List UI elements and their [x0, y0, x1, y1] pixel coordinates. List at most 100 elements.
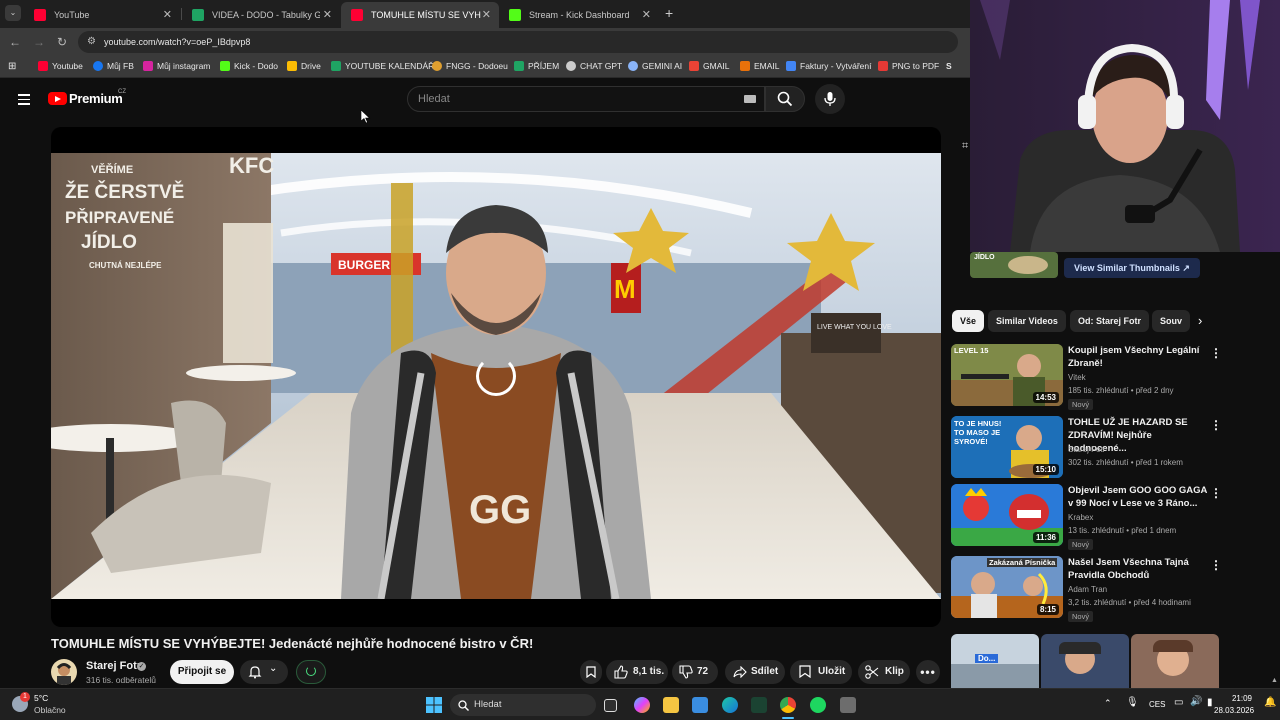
extension-icon[interactable]: ⌗: [962, 140, 968, 153]
close-tab-icon[interactable]: ✕: [642, 8, 651, 21]
video-thumbnail[interactable]: 11:36: [951, 484, 1063, 546]
close-tab-icon[interactable]: ✕: [163, 8, 172, 21]
recommended-video[interactable]: 11:36 Objevil Jsem GOO GOO GAGA v 99 Noc…: [951, 484, 1271, 550]
bookmark-s[interactable]: S: [946, 61, 952, 71]
dislike-button[interactable]: 72: [672, 660, 718, 684]
chip-related[interactable]: Souv: [1152, 310, 1190, 332]
battery-icon[interactable]: ▮: [1207, 697, 1213, 708]
bookmark-facebook[interactable]: Můj FB: [93, 61, 134, 71]
join-button[interactable]: Připojit se: [170, 660, 234, 684]
site-info-icon[interactable]: ⚙: [87, 31, 96, 53]
close-tab-icon[interactable]: ✕: [323, 8, 332, 21]
more-vertical-icon[interactable]: ⋮: [1210, 346, 1222, 360]
bookmark-youtube-calendar[interactable]: YOUTUBE KALENDÁŘ: [331, 61, 434, 71]
file-explorer-icon[interactable]: [663, 697, 679, 713]
menu-icon[interactable]: [18, 94, 30, 105]
chrome-icon[interactable]: [780, 697, 796, 713]
video-thumbnail[interactable]: Zakázaná Písnička 8:15: [951, 556, 1063, 618]
back-arrow-icon[interactable]: ←: [9, 35, 21, 49]
like-button[interactable]: 8,1 tis.: [606, 660, 668, 684]
video-player[interactable]: BURGER M LIVE WHAT YOU LOVE VĚŘÍME ŽE ČE…: [51, 127, 941, 627]
microphone-icon[interactable]: 🎙: [1126, 697, 1139, 708]
bookmark-invoices[interactable]: Faktury - Vytváření: [786, 61, 871, 71]
recommended-video[interactable]: Zakázaná Písnička 8:15 Našel Jsem Všechn…: [951, 556, 1271, 622]
close-tab-icon[interactable]: ✕: [482, 8, 491, 21]
voice-search-button[interactable]: [815, 84, 845, 114]
tab-search-dropdown-button[interactable]: ⌄: [5, 5, 21, 21]
taskbar-search-input[interactable]: Hledat: [450, 694, 596, 716]
recommended-video-channel[interactable]: Adam Tran: [1068, 585, 1107, 594]
recommended-video-title[interactable]: Objevil Jsem GOO GOO GAGA v 99 Nocí v Le…: [1068, 484, 1208, 510]
spotify-icon[interactable]: [810, 697, 826, 713]
weather-temperature[interactable]: 5°C: [34, 693, 48, 703]
search-button[interactable]: [765, 86, 805, 112]
more-vertical-icon[interactable]: ⋮: [1210, 418, 1222, 432]
bookmark-prijem[interactable]: PŘÍJEM: [514, 61, 559, 71]
more-vertical-icon[interactable]: ⋮: [1210, 558, 1222, 572]
clip-button[interactable]: Klip: [858, 660, 910, 684]
forward-arrow-icon[interactable]: →: [33, 35, 45, 49]
bookmark-fngg[interactable]: FNGG - Dodoeu: [432, 61, 508, 71]
recommended-video-title[interactable]: Koupil jsem Všechny Legální Zbraně!: [1068, 344, 1208, 370]
bookmark-chatgpt[interactable]: CHAT GPT: [566, 61, 622, 71]
notifications-button[interactable]: ⌄: [240, 660, 288, 684]
chevron-right-icon[interactable]: ›: [1198, 313, 1202, 328]
keyboard-icon[interactable]: [744, 95, 756, 103]
taskbar-date[interactable]: 28.03.2026: [1214, 706, 1254, 715]
notifications-bell-icon[interactable]: 🔔: [1264, 697, 1276, 708]
scrollbar-up-arrow-icon[interactable]: ▲: [1271, 677, 1278, 684]
view-similar-thumbnails-button[interactable]: View Similar Thumbnails ↗: [1064, 258, 1200, 278]
chip-all[interactable]: Vše: [952, 310, 985, 332]
tab-kick-dashboard[interactable]: Stream - Kick Dashboard ✕: [499, 2, 659, 28]
save-to-playlist-button[interactable]: [580, 660, 602, 684]
save-button[interactable]: Uložit: [790, 660, 852, 684]
youtube-logo-icon[interactable]: [48, 92, 67, 105]
bookmark-gemini[interactable]: GEMINI AI: [628, 61, 682, 71]
shorts-thumbnail[interactable]: [1131, 634, 1219, 688]
taskbar-clock[interactable]: 21:09: [1226, 694, 1252, 703]
bookmark-drive[interactable]: Drive: [287, 61, 321, 71]
network-icon[interactable]: ▭: [1174, 697, 1183, 708]
premium-logo-text[interactable]: Premium: [69, 91, 123, 106]
bookmark-png-to-pdf[interactable]: PNG to PDF: [878, 61, 939, 71]
recommended-video-channel[interactable]: Vitek: [1068, 373, 1086, 382]
chip-similar-videos[interactable]: Similar Videos: [988, 310, 1066, 332]
bookmark-gmail[interactable]: GMAIL: [689, 61, 729, 71]
address-bar[interactable]: ⚙ youtube.com/watch?v=oeP_IBdpvp8: [78, 31, 958, 53]
volume-icon[interactable]: 🔊: [1190, 696, 1202, 707]
edge-icon[interactable]: [722, 697, 738, 713]
more-actions-button[interactable]: •••: [916, 660, 940, 684]
video-thumbnail[interactable]: LEVEL 15 14:53: [951, 344, 1063, 406]
recommended-video-channel[interactable]: Starej Fotr: [1068, 445, 1105, 454]
apps-grid-icon[interactable]: ⊞: [8, 61, 16, 72]
more-vertical-icon[interactable]: ⋮: [1210, 486, 1222, 500]
similar-thumb-preview[interactable]: JÍDLO: [970, 252, 1058, 278]
shorts-thumbnail[interactable]: [1041, 634, 1129, 688]
recommended-video-channel[interactable]: Krabex: [1068, 513, 1093, 522]
bookmark-kick[interactable]: Kick - Dodo: [220, 61, 278, 71]
chip-from-channel[interactable]: Od: Starej Fotr: [1070, 310, 1150, 332]
bookmark-instagram[interactable]: Můj instagram: [143, 61, 210, 71]
windows-start-icon[interactable]: [426, 697, 442, 713]
new-tab-icon[interactable]: +: [665, 5, 673, 21]
video-thumbnail[interactable]: TO JE HNUS! TO MASO JE SYROVÉ! 15:10: [951, 416, 1063, 478]
tab-youtube[interactable]: YouTube ✕: [24, 2, 180, 28]
shorts-thumbnail[interactable]: Do...: [951, 634, 1039, 688]
terminal-icon[interactable]: [751, 697, 767, 713]
channel-avatar[interactable]: [51, 659, 77, 685]
copilot-icon[interactable]: [634, 697, 650, 713]
recommended-video[interactable]: TO JE HNUS! TO MASO JE SYROVÉ! 15:10 TOH…: [951, 416, 1271, 480]
tab-sheets[interactable]: VIDEA - DODO - Tabulky Googl ✕: [182, 2, 340, 28]
channel-name[interactable]: Starej Fotr: [86, 660, 141, 672]
weather-description[interactable]: Oblačno: [34, 705, 66, 715]
calculator-icon[interactable]: [840, 697, 856, 713]
chevron-up-icon[interactable]: ⌃: [1104, 698, 1112, 709]
reload-icon[interactable]: ↻: [57, 35, 67, 49]
bookmark-youtube[interactable]: Youtube: [38, 61, 83, 71]
tab-current-video[interactable]: TOMUHLE MÍSTU SE VYHÝBEJTE ✕: [341, 2, 499, 28]
recommended-video[interactable]: LEVEL 15 14:53 Koupil jsem Všechny Legál…: [951, 344, 1271, 410]
task-view-icon[interactable]: [604, 699, 617, 712]
bookmark-email[interactable]: EMAIL: [740, 61, 780, 71]
input-language[interactable]: CES: [1149, 700, 1165, 709]
recommended-video-title[interactable]: Našel Jsem Všechna Tajná Pravidla Obchod…: [1068, 556, 1208, 582]
